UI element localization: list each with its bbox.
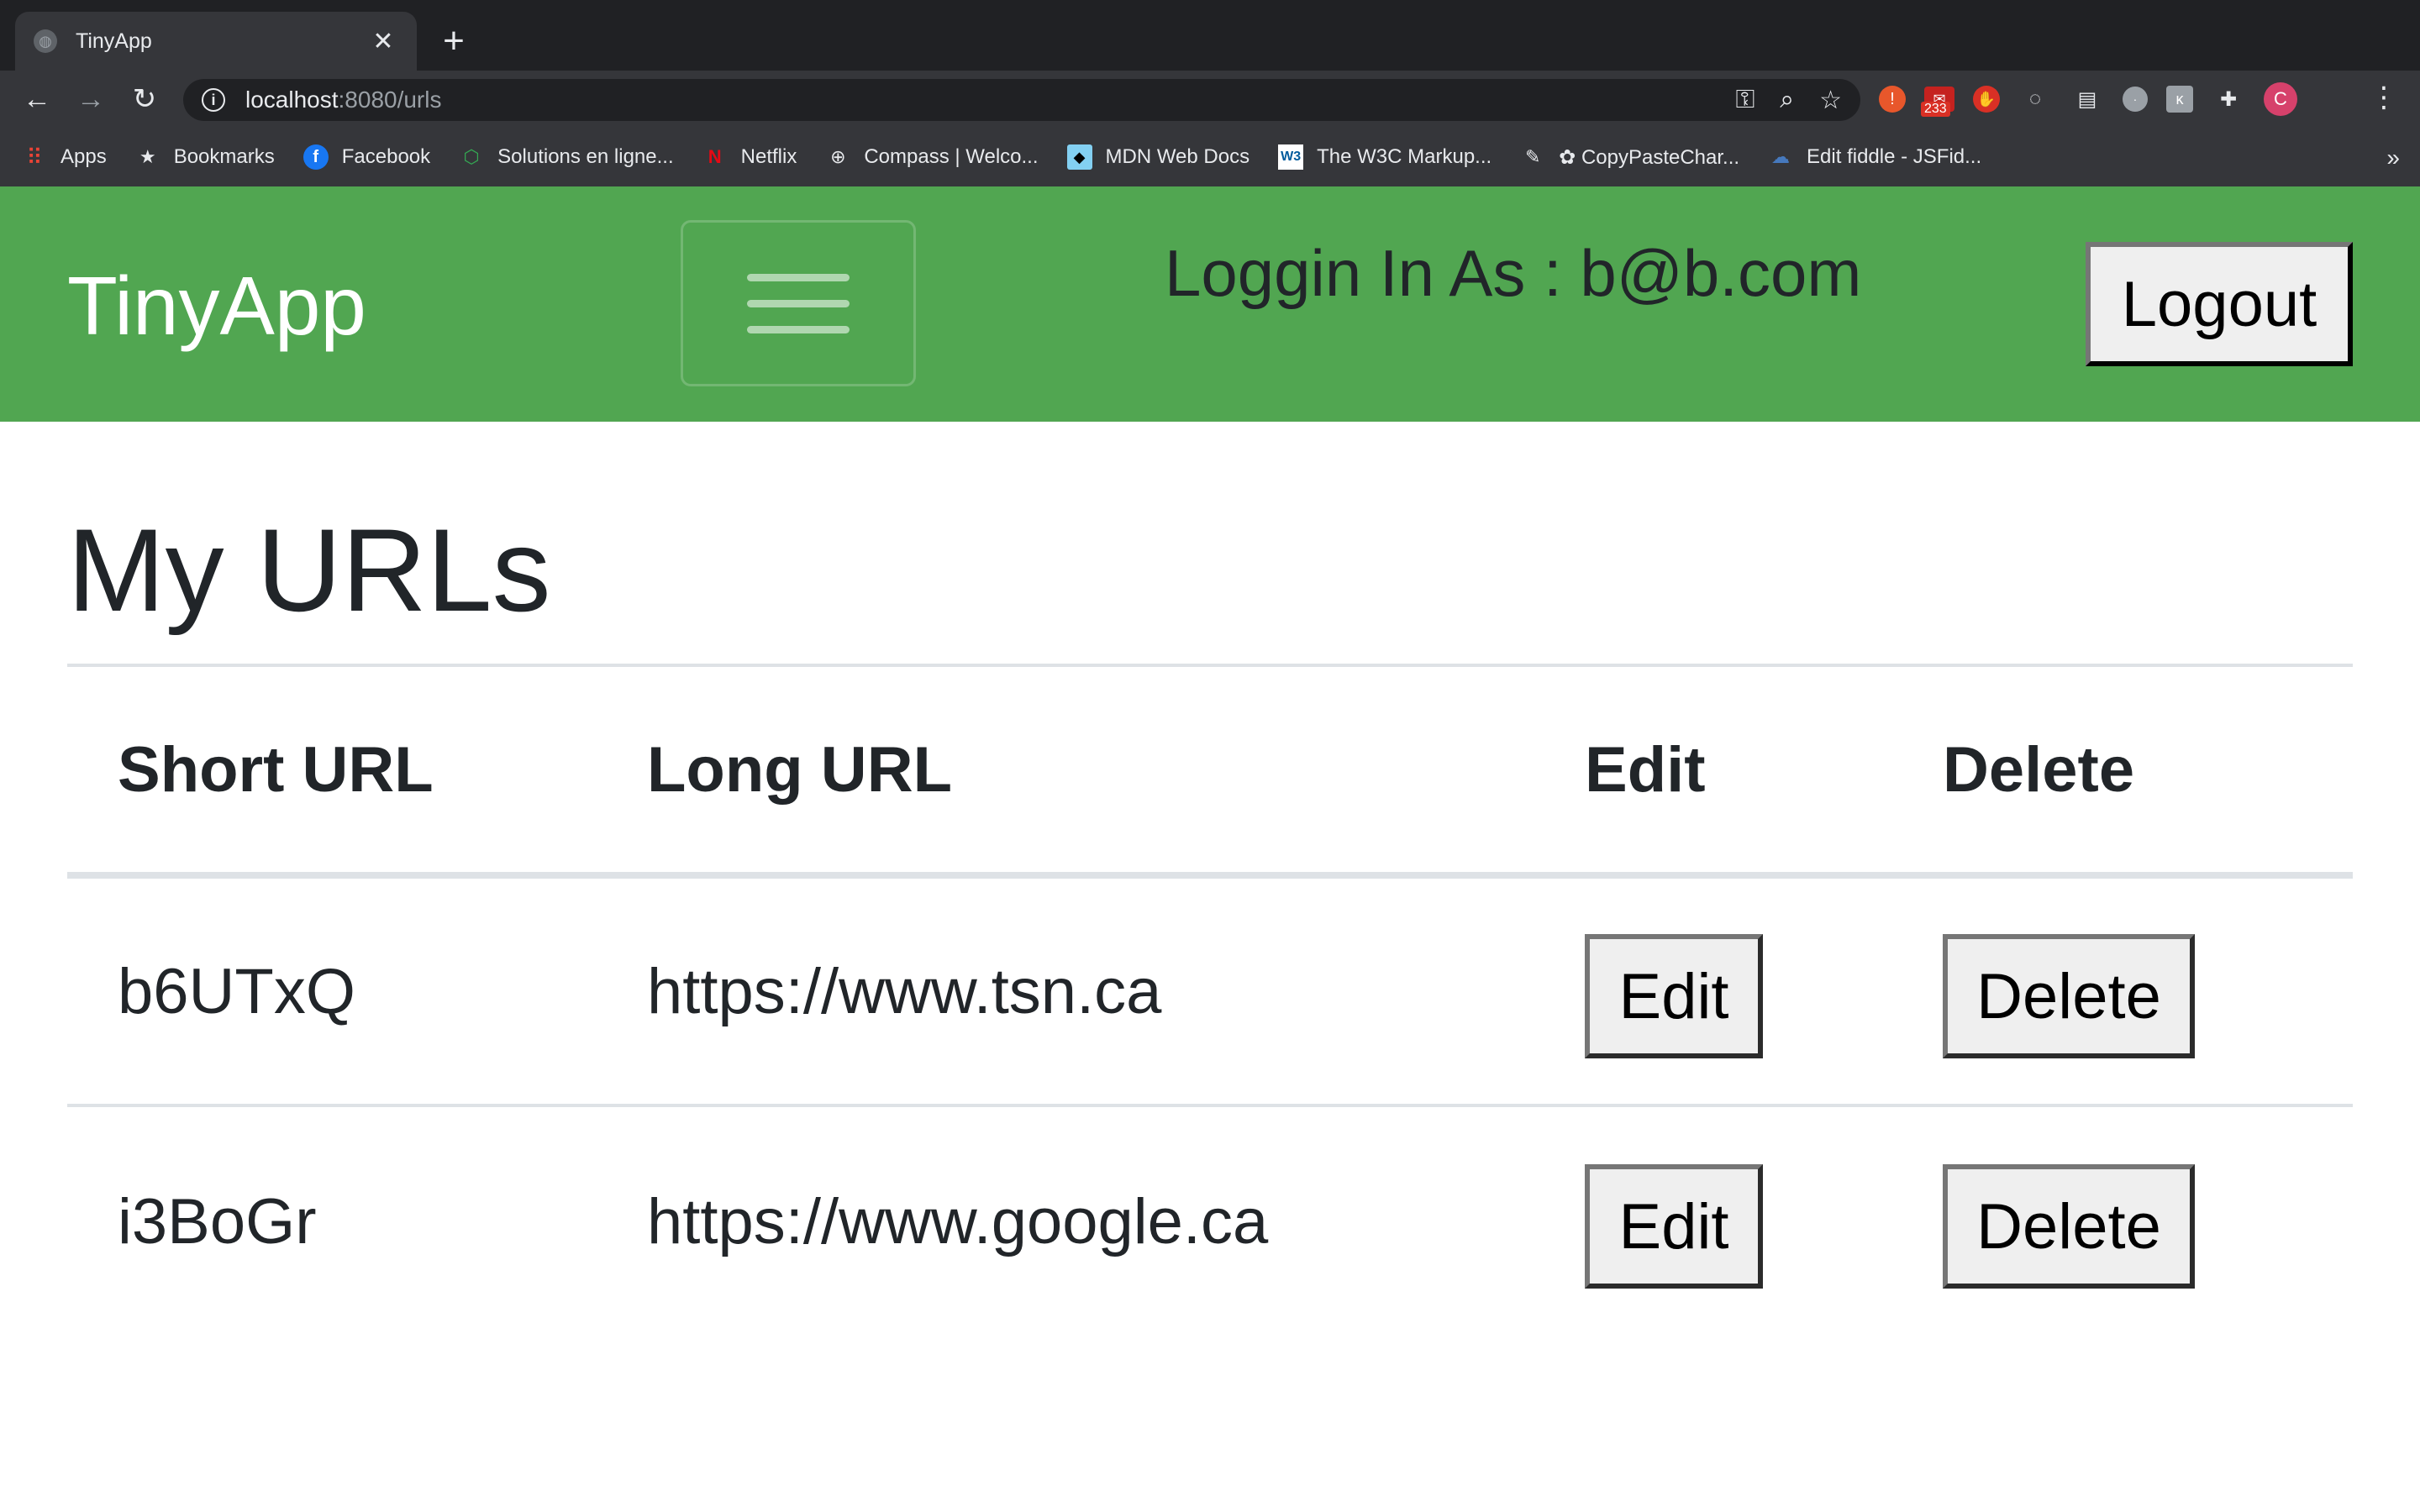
mdn-icon: ◆ [1066,144,1092,170]
zoom-icon[interactable]: ⌕ [1780,86,1794,115]
urls-table: Short URL Long URL Edit Delete b6UTxQ ht… [67,667,2353,1336]
mail-extension-icon[interactable]: ✉ 233 [1921,87,1954,117]
column-header-delete: Delete [1892,667,2353,879]
column-header-edit: Edit [1534,667,1892,879]
back-arrow-icon[interactable]: ← [18,81,55,118]
table-row: b6UTxQ https://www.tsn.ca Edit Delete [67,875,2353,1107]
tab-title: TinyApp [76,29,152,53]
browser-tab[interactable]: ◍ TinyApp ✕ [15,12,417,71]
hand-extension-icon[interactable]: ✋ [1973,86,2000,113]
edit-button[interactable]: Edit [1585,1164,1763,1289]
long-url-cell: https://www.google.ca [597,1105,1534,1336]
bookmark-label: The W3C Markup... [1317,145,1492,168]
bookmark-solutions[interactable]: ⬡ Solutions en ligne... [459,144,674,170]
table-row: i3BoGr https://www.google.ca Edit Delete [67,1105,2353,1336]
browser-tabstrip: ◍ TinyApp ✕ + [0,0,2420,71]
hexagon-icon: ⬡ [463,146,480,167]
reload-icon[interactable]: ↻ [126,81,163,118]
close-tab-icon[interactable]: ✕ [368,27,398,56]
column-header-long-url: Long URL [597,667,1534,879]
alert-extension-icon[interactable]: ! [1879,86,1906,113]
bookmark-label: MDN Web Docs [1105,145,1250,168]
bookmark-jsfiddle[interactable]: ☁ Edit fiddle - JSFid... [1768,144,1981,170]
bookmark-compass[interactable]: ⊕ Compass | Welco... [825,144,1038,170]
hamburger-line-icon [747,325,850,333]
bookmark-label: Apps [60,145,107,168]
hamburger-line-icon [747,273,850,281]
bookmark-label: Compass | Welco... [864,145,1039,168]
hamburger-line-icon [747,299,850,307]
long-url: https://www.tsn.ca [647,955,1162,1027]
logout-button[interactable]: Logout [2086,242,2353,366]
short-url: i3BoGr [118,1185,317,1257]
puzzle-extensions-icon[interactable]: ✚ [2212,82,2245,116]
jsfiddle-icon: ☁ [1771,146,1791,167]
bookmark-label: Bookmarks [173,145,275,168]
more-bookmarks-icon[interactable]: » [2386,144,2400,171]
bookmark-label: Facebook [341,145,431,168]
delete-cell: Delete [1892,1105,2353,1336]
compass-icon: ⊕ [830,146,846,167]
bookmarks-bar: ⠿ Apps ★ Bookmarks f Facebook ⬡ Solution… [0,128,2420,186]
extensions-area: ! ✉ 233 ✋ ◌ ▤ · ĸ ✚ C [1879,82,2297,117]
table-header-row: Short URL Long URL Edit Delete [67,667,2353,879]
bookmark-label: Solutions en ligne... [497,145,674,168]
mail-badge: 233 [1921,102,1950,117]
logged-in-user-text: Loggin In As : b@b.com [1165,236,1862,310]
url-host: localhost [245,87,339,113]
address-bar[interactable]: i localhost:8080/urls ⚿ ⌕ ☆ [183,79,1860,121]
app-navbar: TinyApp Loggin In As : b@b.com Logout [0,186,2420,422]
gray-extension-icon[interactable]: · [2123,87,2148,112]
star-icon: ★ [139,146,156,167]
square-extension-icon[interactable]: ĸ [2166,86,2193,113]
short-url: b6UTxQ [118,955,355,1027]
netflix-icon: N [708,146,722,167]
bookmark-facebook[interactable]: f Facebook [302,144,431,170]
brand-logo[interactable]: TinyApp [67,259,366,354]
forward-arrow-icon[interactable]: → [72,81,109,118]
url-path: :8080/urls [338,87,442,113]
edit-cell: Edit [1534,875,1892,1107]
page-extension-icon[interactable]: ▤ [2070,82,2104,116]
bookmark-copypaste[interactable]: ✎ ✿ CopyPasteChar... [1520,144,1739,170]
bookmark-mdn[interactable]: ◆ MDN Web Docs [1066,144,1250,170]
short-url-cell: b6UTxQ [67,875,597,1107]
bookmark-label: Edit fiddle - JSFid... [1807,145,1982,168]
copypaste-icon: ✎ [1524,146,1541,167]
profile-avatar[interactable]: C [2264,82,2297,116]
apps-grid-icon: ⠿ [26,144,43,170]
key-icon[interactable]: ⚿ [1735,86,1754,115]
bookmark-label: Netflix [740,145,797,168]
new-tab-button[interactable]: + [437,20,471,62]
long-url-cell: https://www.tsn.ca [597,875,1534,1107]
browser-toolbar: ← → ↻ i localhost:8080/urls ⚿ ⌕ ☆ ! ✉ 23… [0,71,2420,128]
long-url: https://www.google.ca [647,1185,1269,1257]
bookmark-apps[interactable]: ⠿ Apps [22,144,107,170]
short-url-cell: i3BoGr [67,1105,597,1336]
bookmark-w3c[interactable]: W3 The W3C Markup... [1278,144,1491,170]
site-info-icon[interactable]: i [202,88,225,112]
w3c-icon: W3 [1278,144,1304,170]
browser-menu-icon[interactable]: ⋮ [2370,81,2398,114]
page-title: My URLs [67,504,551,636]
bookmark-netflix[interactable]: N Netflix [702,144,797,170]
edit-cell: Edit [1534,1105,1892,1336]
lightbulb-extension-icon[interactable]: ◌ [2018,82,2052,116]
column-header-short-url: Short URL [67,667,597,879]
bookmark-star-icon[interactable]: ☆ [1819,86,1842,115]
bookmark-bookmarks[interactable]: ★ Bookmarks [135,144,275,170]
edit-button[interactable]: Edit [1585,934,1763,1058]
delete-button[interactable]: Delete [1943,1164,2195,1289]
navbar-toggler-button[interactable] [681,220,916,386]
facebook-icon: f [302,144,329,170]
delete-button[interactable]: Delete [1943,934,2195,1058]
globe-icon: ◍ [34,29,57,53]
bookmark-label: ✿ CopyPasteChar... [1559,145,1740,169]
delete-cell: Delete [1892,875,2353,1107]
